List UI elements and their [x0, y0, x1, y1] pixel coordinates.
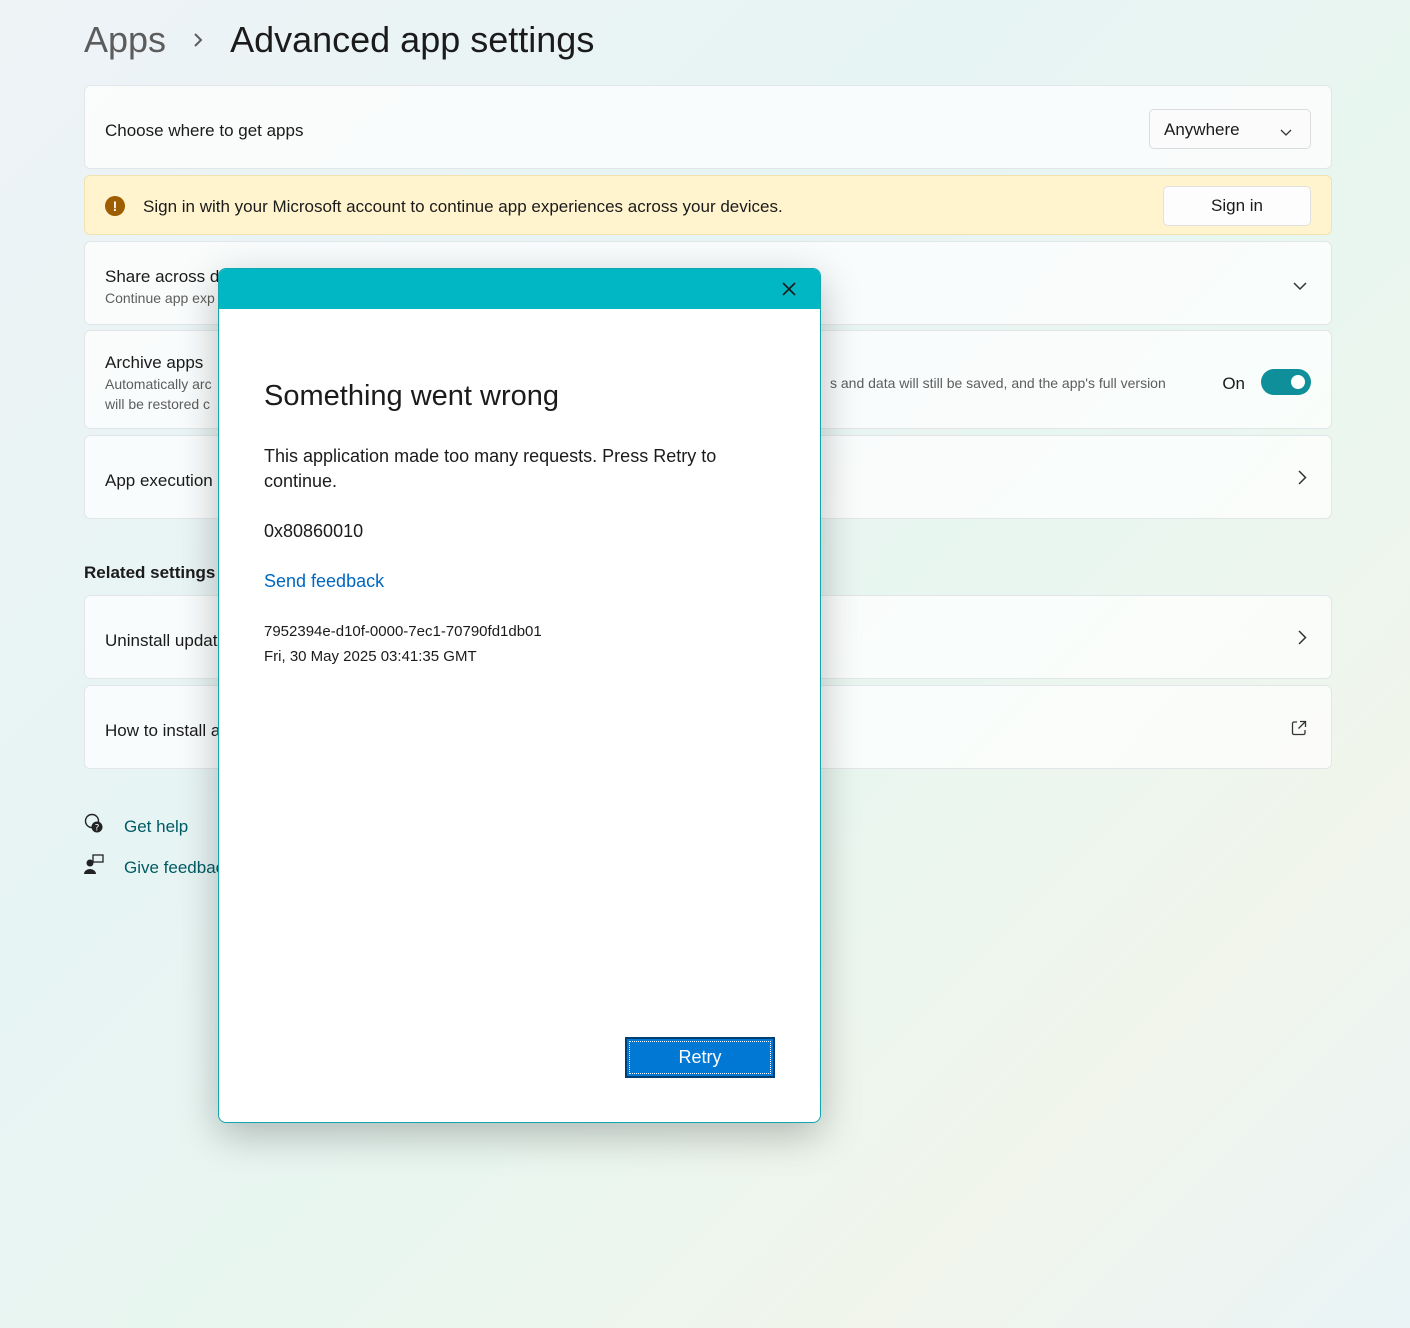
how-to-install-title: How to install a	[105, 721, 221, 740]
dialog-heading: Something went wrong	[264, 380, 559, 412]
toggle-knob	[1291, 375, 1305, 389]
chevron-down-icon	[1280, 124, 1292, 142]
chevron-down-icon[interactable]	[1293, 278, 1307, 296]
archive-toggle[interactable]	[1261, 369, 1311, 395]
error-code: 0x80860010	[264, 521, 364, 541]
choose-apps-card: Choose where to get apps Anywhere	[84, 85, 1332, 169]
open-external-icon	[1291, 720, 1307, 741]
archive-subtitle-line1: Automatically arc	[105, 376, 212, 392]
correlation-id: 7952394e-d10f-0000-7ec1-70790fd1db01	[264, 623, 542, 640]
archive-title: Archive apps	[105, 353, 204, 372]
send-feedback-link[interactable]: Send feedback	[264, 571, 384, 592]
feedback-icon	[84, 854, 104, 881]
signin-message: Sign in with your Microsoft account to c…	[143, 197, 783, 216]
chevron-right-icon	[192, 31, 204, 49]
warning-icon: !	[105, 196, 125, 216]
choose-apps-label: Choose where to get apps	[105, 121, 304, 140]
archive-subtitle-line2: will be restored c	[105, 396, 211, 412]
close-icon[interactable]	[780, 280, 798, 298]
page-title: Advanced app settings	[230, 19, 595, 60]
help-icon: ?	[84, 813, 104, 840]
error-dialog: Something went wrong This application ma…	[218, 268, 821, 1123]
app-execution-title: App execution	[105, 471, 213, 490]
apps-source-dropdown[interactable]: Anywhere	[1149, 109, 1311, 149]
uninstall-updates-title: Uninstall updat	[105, 631, 218, 650]
give-feedback-link[interactable]: Give feedbac	[124, 858, 224, 878]
related-settings-heading: Related settings	[84, 563, 216, 582]
svg-text:?: ?	[95, 824, 100, 834]
breadcrumb-apps[interactable]: Apps	[84, 19, 166, 61]
give-feedback-row[interactable]: Give feedbac	[84, 854, 224, 881]
archive-toggle-label: On	[1222, 374, 1245, 393]
breadcrumb: Apps Advanced app settings	[84, 18, 594, 62]
share-subtitle: Continue app exp	[105, 290, 215, 306]
get-help-link[interactable]: Get help	[124, 817, 188, 837]
archive-subtitle-visible: s and data will still be saved, and the …	[830, 375, 1166, 391]
error-timestamp: Fri, 30 May 2025 03:41:35 GMT	[264, 648, 477, 665]
dialog-titlebar	[219, 269, 820, 309]
chevron-right-icon	[1298, 630, 1307, 650]
get-help-row[interactable]: ? Get help	[84, 813, 188, 840]
chevron-right-icon	[1298, 470, 1307, 490]
share-title: Share across de	[105, 267, 229, 286]
apps-source-value: Anywhere	[1164, 120, 1240, 139]
signin-banner: ! Sign in with your Microsoft account to…	[84, 175, 1332, 235]
dialog-message: This application made too many requests.…	[264, 446, 717, 491]
sign-in-button[interactable]: Sign in	[1163, 186, 1311, 226]
retry-button[interactable]: Retry	[625, 1037, 775, 1078]
